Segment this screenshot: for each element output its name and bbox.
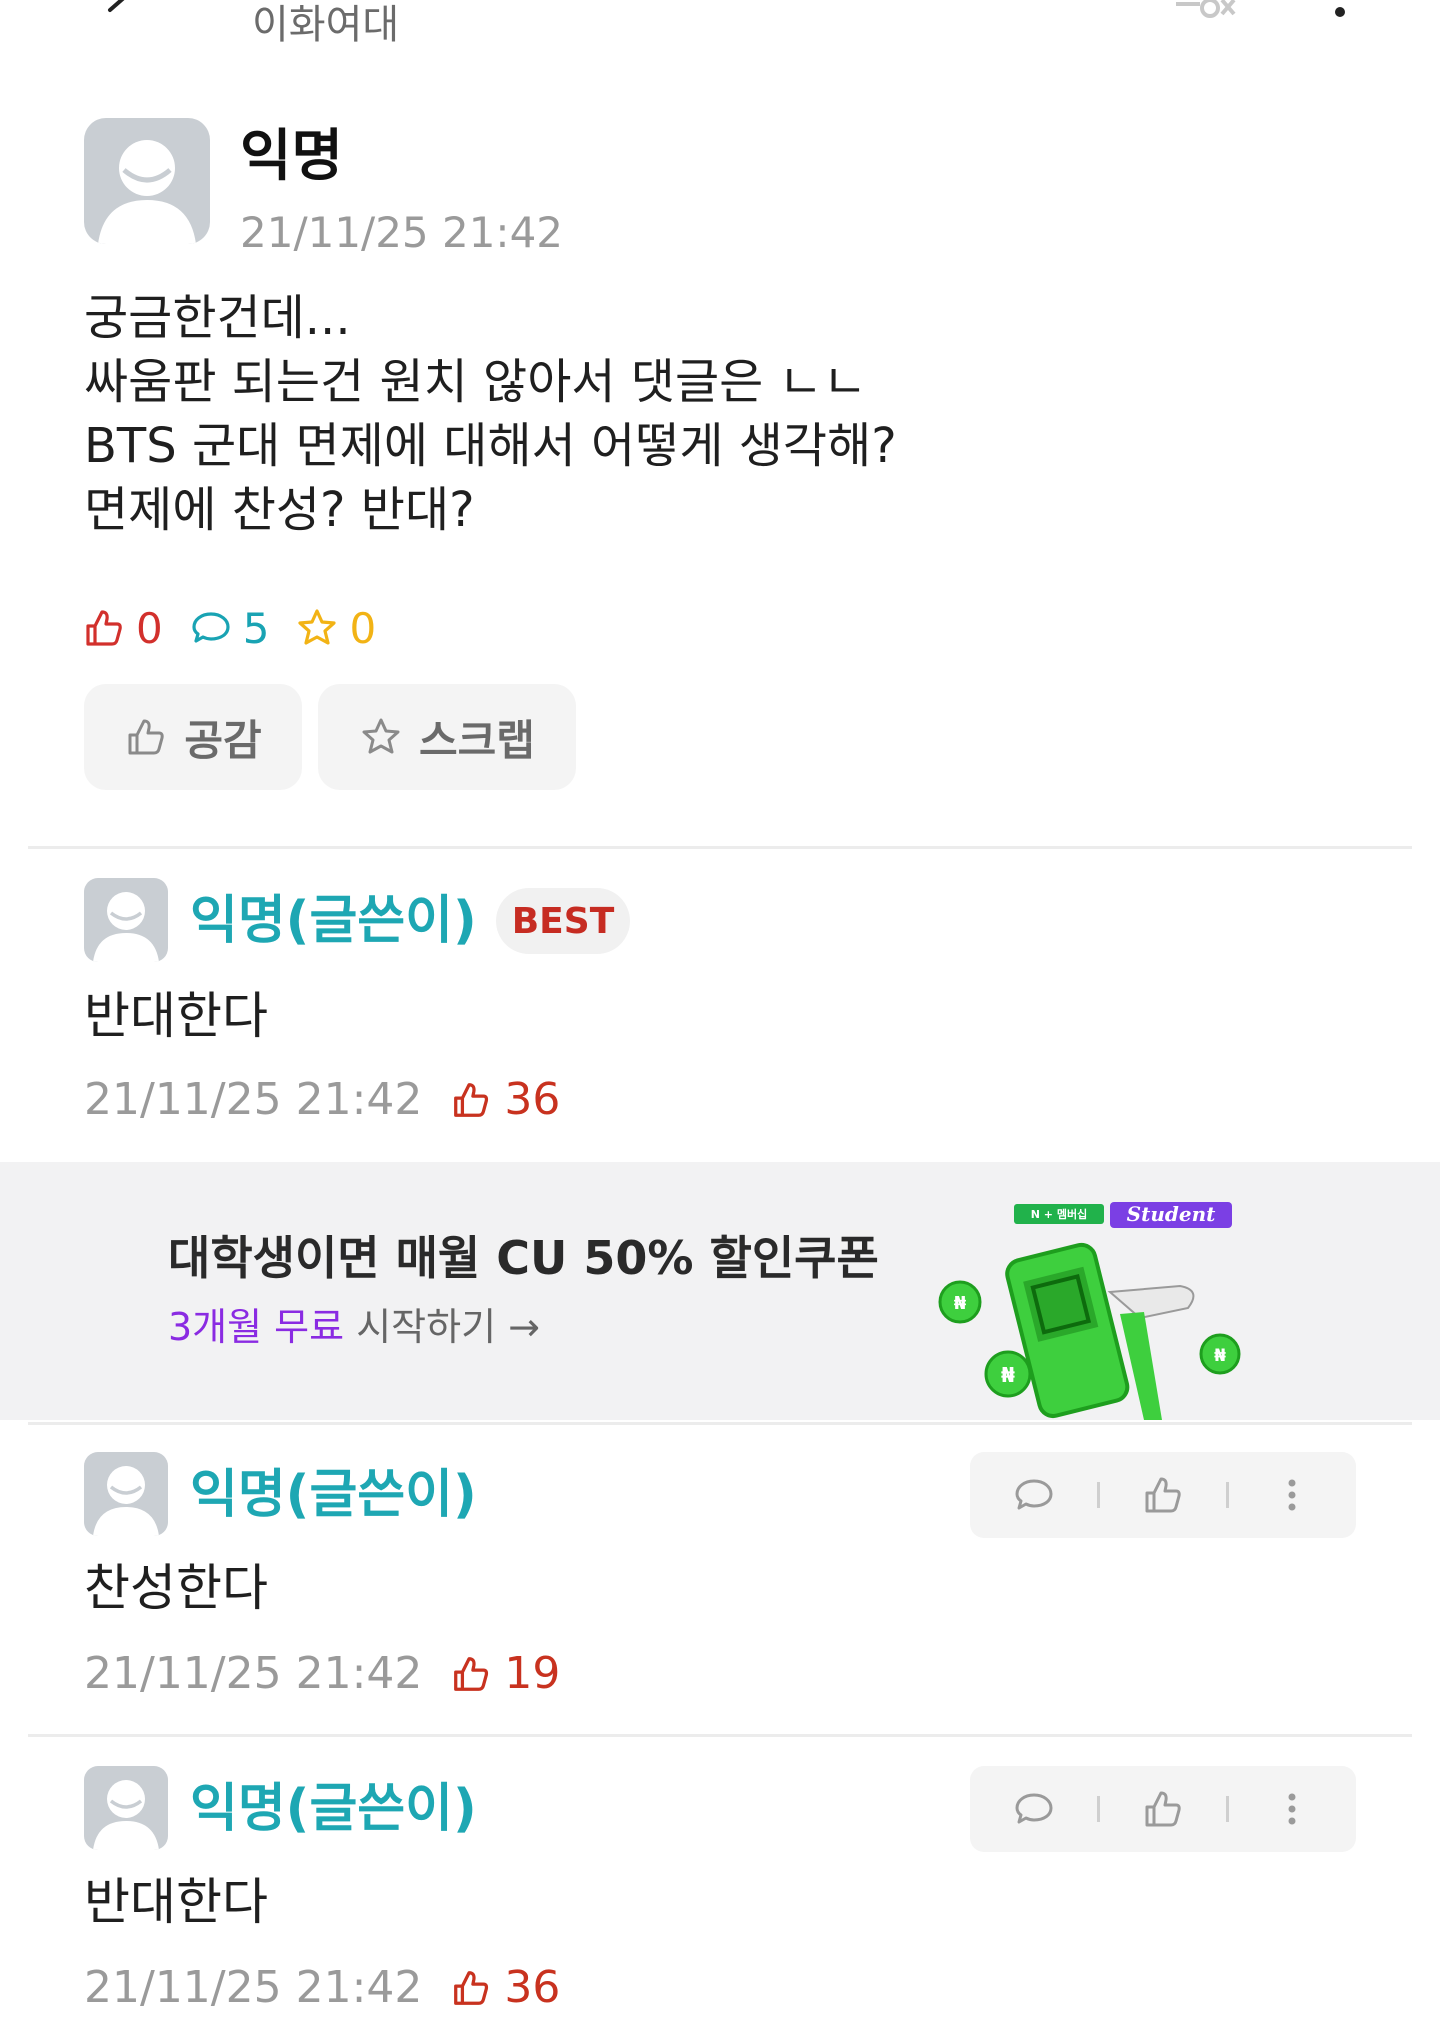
more-vertical-icon	[1288, 1479, 1296, 1511]
toolbar-separator	[1226, 1796, 1229, 1822]
board-title: 이화여대	[252, 2, 400, 48]
reply-button[interactable]	[1009, 1470, 1059, 1520]
avatar	[84, 118, 210, 244]
post-author: 익명	[240, 124, 344, 189]
comment-toolbar	[970, 1766, 1356, 1852]
scanner-shape	[1107, 1284, 1195, 1320]
comment-like-count: 36	[450, 1960, 560, 2016]
comment-meta: 21/11/25 21:42 36	[84, 1960, 560, 2016]
comment-author: 익명(글쓴이)	[190, 1779, 477, 1839]
comment-like-count: 36	[450, 1072, 560, 1128]
phone-shape	[1005, 1242, 1130, 1419]
thumbs-up-icon	[1145, 1477, 1181, 1513]
comment-body: 반대한다	[84, 1873, 268, 1931]
more-options-icon[interactable]	[1330, 2, 1350, 26]
speech-bubble-icon	[192, 612, 230, 643]
ad-logo-student: Student	[1127, 1202, 1216, 1226]
svg-text:₦: ₦	[954, 1293, 967, 1314]
thumbs-up-icon	[454, 1657, 489, 1691]
ad-accent-text: 3개월 무료	[168, 1305, 345, 1349]
scrap-button-label: 스크랩	[419, 715, 535, 765]
comment-avatar	[84, 1452, 168, 1536]
divider	[28, 846, 1412, 849]
comment-body: 반대한다	[84, 987, 268, 1045]
comment-avatar	[84, 878, 168, 962]
thumbs-up-icon	[128, 719, 165, 755]
comment-like-count: 19	[450, 1646, 560, 1702]
post-body-line: BTS 군대 면제에 대해서 어떻게 생각해?	[84, 418, 897, 474]
thumbs-up-icon	[454, 1083, 489, 1117]
post-stats: 0 5 0	[82, 600, 402, 656]
comment-meta: 21/11/25 21:42 19	[84, 1646, 560, 1702]
toolbar-separator	[1097, 1482, 1100, 1508]
like-button[interactable]: 공감	[84, 684, 302, 790]
thumbs-up-icon	[86, 610, 122, 646]
ad-cta-text: 시작하기 →	[344, 1305, 540, 1349]
post-body-line: 궁금한건데...	[84, 290, 351, 346]
post-body-line: 면제에 찬성? 반대?	[84, 482, 475, 538]
comment-author: 익명(글쓴이)	[190, 1465, 477, 1525]
star-icon	[362, 718, 400, 754]
more-vertical-icon	[1288, 1793, 1296, 1825]
scanner-handle	[1120, 1312, 1162, 1420]
comment-avatar	[84, 1766, 168, 1850]
comment-author: 익명(글쓴이)	[190, 891, 477, 951]
comment-like-value: 19	[504, 1648, 561, 1699]
comment-date: 21/11/25 21:42	[84, 1962, 423, 2013]
ad-subline: 3개월 무료 시작하기 →	[168, 1302, 540, 1352]
comment-date: 21/11/25 21:42	[84, 1074, 423, 1125]
comment-more-button[interactable]	[1267, 1784, 1317, 1834]
toolbar-separator	[1097, 1796, 1100, 1822]
comment-like-value: 36	[504, 1962, 561, 2013]
comment-body: 찬성한다	[84, 1559, 268, 1617]
default-avatar-icon	[98, 140, 196, 244]
scrap-button[interactable]: 스크랩	[318, 684, 576, 790]
notification-off-icon[interactable]	[1170, 0, 1240, 34]
best-badge: BEST	[496, 888, 630, 954]
ad-logo-small: N + 멤버십	[1031, 1207, 1087, 1221]
svg-text:₦: ₦	[1001, 1363, 1015, 1387]
toolbar-separator	[1226, 1482, 1229, 1508]
thumbs-up-icon	[1145, 1791, 1181, 1827]
comment-count: 5	[189, 603, 270, 653]
comment-count-value: 5	[242, 603, 270, 653]
like-button-label: 공감	[184, 715, 262, 765]
ad-banner[interactable]: 대학생이면 매월 CU 50% 할인쿠폰 3개월 무료 시작하기 → N + 멤…	[0, 1162, 1440, 1420]
comment-date: 21/11/25 21:42	[84, 1648, 423, 1699]
like-count: 0	[82, 604, 163, 653]
default-avatar-icon	[93, 1466, 159, 1536]
top-bar: 이화여대	[0, 0, 1440, 90]
post-date: 21/11/25 21:42	[240, 208, 564, 257]
back-arrow-icon[interactable]	[100, 0, 140, 32]
divider	[28, 1734, 1412, 1737]
comment-more-button[interactable]	[1267, 1470, 1317, 1520]
reply-button[interactable]	[1009, 1784, 1059, 1834]
comment-like-button[interactable]	[1138, 1470, 1188, 1520]
default-avatar-icon	[93, 1780, 159, 1850]
like-count-value: 0	[136, 603, 163, 653]
speech-bubble-icon	[1015, 1793, 1053, 1824]
star-icon	[298, 609, 337, 645]
comment-like-value: 36	[504, 1074, 561, 1125]
ad-illustration: N + 멤버십 Student ₦ ₦ ₦	[938, 1202, 1241, 1420]
ad-headline: 대학생이면 매월 CU 50% 할인쿠폰	[168, 1231, 879, 1285]
divider	[28, 1422, 1412, 1425]
comment-toolbar	[970, 1452, 1356, 1538]
default-avatar-icon	[93, 892, 159, 962]
scrap-count-value: 0	[349, 603, 377, 653]
comment-meta: 21/11/25 21:42 36	[84, 1072, 560, 1128]
scrap-count: 0	[295, 604, 376, 653]
thumbs-up-icon	[454, 1971, 489, 2005]
speech-bubble-icon	[1015, 1479, 1053, 1510]
comment-like-button[interactable]	[1138, 1784, 1188, 1834]
post-body-line: 싸움판 되는건 원치 않아서 댓글은 ㄴㄴ	[84, 354, 867, 410]
post-body: 궁금한건데... 싸움판 되는건 원치 않아서 댓글은 ㄴㄴ BTS 군대 면제…	[84, 286, 1364, 542]
svg-text:₦: ₦	[1214, 1346, 1226, 1366]
